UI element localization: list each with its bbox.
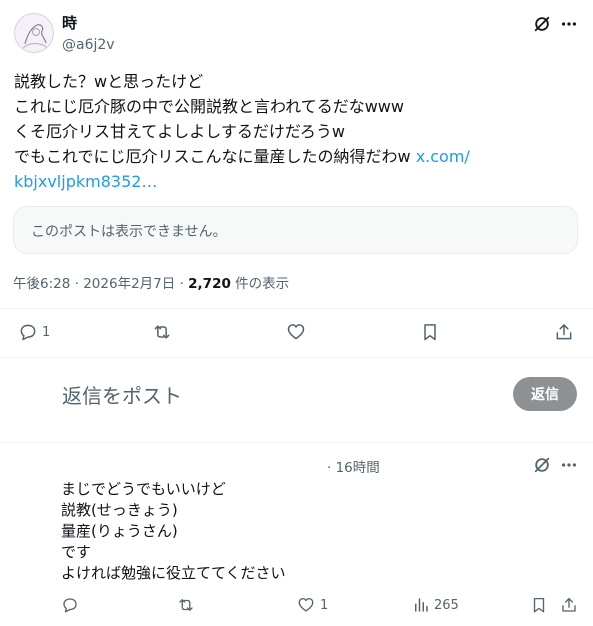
reply-body-line: 量産(りょうさん) [61,522,178,540]
share-button[interactable] [554,322,574,342]
views-label: 件の表示 [230,276,290,292]
heart-icon [298,597,314,612]
meta-separator: · [74,276,79,292]
post-body-line: くそ厄介リス甘えてよしよしするだけだろうw [14,122,346,141]
bookmark-button[interactable] [420,322,440,342]
reply-submit-button[interactable]: 返信 [513,377,577,411]
post-body-line: でもこれでにじ厄介リスこんなに量産したの納得だわw x.com/ [14,144,584,169]
repost-button[interactable] [151,322,177,342]
user-handle[interactable]: @a6j2v [62,36,115,54]
divider [0,357,593,358]
reply-repost-button[interactable] [176,596,196,614]
quote-unavailable-text: このポストは表示できません。 [31,224,227,240]
reply-like-button[interactable]: 1 [296,596,328,614]
reply-icon [63,598,77,613]
reply-body-line: まじでどうでもいいけど [61,480,226,498]
reply-body: まじでどうでもいいけど 説教(せっきょう) 量産(りょうさん) です よければ勉… [61,479,286,584]
post-body: 説教した？wと思ったけど これにじ厄介豚の中で公開説教と言われてるだなwww く… [14,69,584,194]
reply-views-count: 265 [434,597,459,613]
grok-icon[interactable] [532,14,552,34]
meta-separator: · [179,276,184,292]
grok-icon[interactable] [532,455,552,475]
divider [0,442,593,443]
views-count: 2,720 [188,276,231,292]
bookmark-icon [533,597,545,613]
post-link[interactable]: x.com/ [416,147,470,166]
more-options-icon[interactable] [559,455,579,475]
reply-button[interactable]: 1 [18,322,50,342]
share-icon [562,597,576,612]
reply-body-line: です [61,543,92,561]
share-icon [556,324,572,340]
repost-icon [179,599,193,611]
more-options-icon[interactable] [559,14,579,34]
reply-reply-button[interactable] [61,596,79,614]
reply-bookmark-button[interactable] [530,596,548,614]
post-link-continued[interactable]: kbjxvljpkm8352… [14,169,584,194]
post-body-text: でもこれでにじ厄介リスこんなに量産したの納得だわw [14,147,416,166]
like-button[interactable] [285,322,311,342]
display-name[interactable]: 時 [62,14,77,32]
post-time[interactable]: 午後6:28 [13,276,70,292]
reply-body-line: よければ勉強に役立ててください [61,564,286,582]
post-date[interactable]: 2026年2月7日 [83,276,175,292]
reply-views-button[interactable]: 265 [412,596,459,614]
analytics-icon [415,598,428,612]
repost-icon [154,325,170,339]
reply-share-button[interactable] [560,596,578,614]
post-body-line: 説教した？wと思ったけど [14,72,204,91]
bookmark-icon [424,324,436,341]
divider [0,308,593,309]
quote-unavailable-box: このポストは表示できません。 [13,206,578,254]
reply-composer-input[interactable]: 返信をポスト [62,380,182,409]
post-body-line: これにじ厄介豚の中で公開説教と言われてるだなwww [14,97,404,116]
avatar[interactable] [14,13,54,53]
heart-icon [287,324,305,340]
reply-body-line: 説教(せっきょう) [61,501,178,519]
reply-like-count: 1 [320,597,329,613]
reply-timestamp[interactable]: · 16時間 [327,456,380,476]
reply-count: 1 [42,324,51,340]
reply-icon [20,324,36,341]
post-meta: 午後6:28 · 2026年2月7日 · 2,720 件の表示 [13,272,289,292]
